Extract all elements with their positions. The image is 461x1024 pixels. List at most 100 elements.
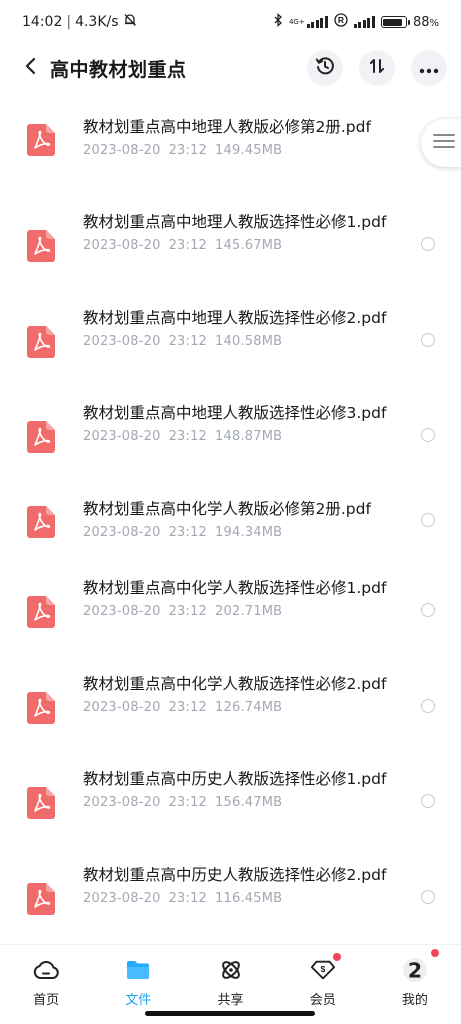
file-name: 教材划重点高中地理人教版必修第2册.pdf [83, 118, 371, 136]
sort-button[interactable] [359, 50, 395, 86]
battery-level [383, 18, 402, 26]
file-row[interactable]: 教材划重点高中化学人教版选择性必修2.pdf 2023-08-20 23:12 126… [0, 673, 461, 753]
share-icon [218, 957, 244, 983]
file-text: 教材划重点高中地理人教版选择性必修2.pdf 2023-08-20 23:12 140… [83, 307, 403, 349]
file-size: 156.47MB [215, 795, 283, 810]
network-type: 4G+ [288, 17, 305, 26]
pdf-file-icon [27, 596, 55, 628]
file-meta: 2023-08-20 23:12 194.34MB [83, 525, 403, 540]
file-time: 23:12 [168, 700, 208, 715]
select-radio[interactable] [421, 794, 435, 808]
file-text: 教材划重点高中地理人教版选择性必修3.pdf 2023-08-20 23:12 148… [83, 402, 403, 444]
file-date: 2023-08-20 [83, 429, 161, 444]
file-row[interactable]: 教材划重点高中地理人教版选择性必修2.pdf 2023-08-20 23:12 140… [0, 307, 461, 387]
pdf-file-icon [27, 692, 55, 724]
file-date: 2023-08-20 [83, 891, 161, 906]
file-text: 教材划重点高中地理人教版必修第2册.pdf 2023-08-20 23:12 149.… [83, 116, 403, 158]
select-radio[interactable] [421, 428, 435, 442]
file-row[interactable]: 教材划重点高中化学人教版选择性必修1.pdf 2023-08-20 23:12 202… [0, 577, 461, 657]
status-right: 4G+ R 88% [273, 13, 439, 31]
pdf-file-icon [27, 326, 55, 358]
status-net-speed: 4.3K/s [75, 14, 119, 30]
select-radio[interactable] [421, 699, 435, 713]
file-meta: 2023-08-20 23:12 149.45MB [83, 143, 403, 158]
file-date: 2023-08-20 [83, 604, 161, 619]
svg-text:2: 2 [408, 958, 422, 982]
svg-text:R: R [338, 15, 344, 25]
file-meta: 2023-08-20 23:12 116.45MB [83, 891, 403, 906]
file-size: 140.58MB [215, 334, 283, 349]
select-radio[interactable] [421, 603, 435, 617]
file-text: 教材划重点高中历史人教版选择性必修2.pdf 2023-08-20 23:12 116… [83, 864, 403, 906]
history-button[interactable] [307, 50, 343, 86]
mute-bell-icon [123, 13, 137, 31]
pdf-file-icon [27, 883, 55, 915]
select-radio[interactable] [421, 890, 435, 904]
file-date: 2023-08-20 [83, 238, 161, 253]
pdf-file-icon [27, 230, 55, 262]
history-icon [315, 56, 335, 80]
select-radio[interactable] [421, 333, 435, 347]
file-name: 教材划重点高中历史人教版选择性必修1.pdf [83, 770, 387, 788]
file-time: 23:12 [168, 429, 208, 444]
file-time: 23:12 [168, 891, 208, 906]
file-meta: 2023-08-20 23:12 145.67MB [83, 238, 403, 253]
back-button[interactable] [14, 51, 48, 85]
nav-files-label: 文件 [125, 993, 152, 1008]
file-text: 教材划重点高中历史人教版选择性必修1.pdf 2023-08-20 23:12 156… [83, 768, 403, 810]
file-name: 教材划重点高中化学人教版选择性必修1.pdf [83, 579, 387, 597]
battery-percent: 88% [413, 15, 439, 30]
file-name: 教材划重点高中化学人教版选择性必修2.pdf [83, 675, 387, 693]
battery-icon [380, 16, 410, 28]
nav-profile[interactable]: 2 我的 [369, 945, 461, 1024]
file-size: 194.34MB [215, 525, 283, 540]
pdf-file-icon [27, 506, 55, 538]
file-row[interactable]: 教材划重点高中地理人教版选择性必修1.pdf 2023-08-20 23:12 145… [0, 211, 461, 291]
select-radio[interactable] [421, 237, 435, 251]
file-meta: 2023-08-20 23:12 126.74MB [83, 700, 403, 715]
status-left: 14:02 | 4.3K/s [22, 13, 137, 31]
vip-icon: $ [310, 957, 336, 983]
file-date: 2023-08-20 [83, 700, 161, 715]
file-size: 145.67MB [215, 238, 283, 253]
file-date: 2023-08-20 [83, 143, 161, 158]
battery-value: 88 [412, 14, 430, 30]
file-name: 教材划重点高中地理人教版选择性必修3.pdf [83, 404, 387, 422]
file-text: 教材划重点高中化学人教版必修第2册.pdf 2023-08-20 23:12 194.… [83, 498, 403, 540]
file-time: 23:12 [168, 238, 208, 253]
page-title: 高中教材划重点 [50, 58, 187, 81]
file-date: 2023-08-20 [83, 525, 161, 540]
file-row[interactable]: 教材划重点高中历史人教版选择性必修1.pdf 2023-08-20 23:12 156… [0, 768, 461, 848]
file-date: 2023-08-20 [83, 334, 161, 349]
nav-share-label: 共享 [217, 993, 244, 1008]
file-text: 教材划重点高中化学人教版选择性必修2.pdf 2023-08-20 23:12 126… [83, 673, 403, 715]
nav-profile-label: 我的 [401, 993, 428, 1008]
file-name: 教材划重点高中历史人教版选择性必修2.pdf [83, 866, 387, 884]
battery-unit: % [429, 17, 439, 29]
file-name: 教材划重点高中地理人教版选择性必修1.pdf [83, 213, 387, 231]
file-name: 教材划重点高中地理人教版选择性必修2.pdf [83, 309, 387, 327]
side-menu-handle[interactable] [421, 119, 461, 167]
nav-home[interactable]: 首页 [0, 945, 92, 1024]
folder-icon [125, 957, 151, 983]
more-dots-icon [419, 59, 439, 78]
status-time: 14:02 [22, 14, 63, 30]
file-row[interactable]: 教材划重点高中历史人教版选择性必修2.pdf 2023-08-20 23:12 116… [0, 864, 461, 944]
select-radio[interactable] [421, 513, 435, 527]
file-time: 23:12 [168, 143, 208, 158]
file-row[interactable]: 教材划重点高中地理人教版必修第2册.pdf 2023-08-20 23:12 149.… [0, 116, 461, 196]
svg-text:$: $ [320, 964, 325, 974]
avatar-icon: 2 [402, 957, 428, 983]
file-text: 教材划重点高中地理人教版选择性必修1.pdf 2023-08-20 23:12 145… [83, 211, 403, 253]
status-bar: 14:02 | 4.3K/s 4G+ R 88% [0, 0, 461, 44]
home-indicator[interactable] [145, 1011, 315, 1016]
file-row[interactable]: 教材划重点高中地理人教版选择性必修3.pdf 2023-08-20 23:12 148… [0, 402, 461, 482]
pdf-file-icon [27, 421, 55, 453]
more-button[interactable] [411, 50, 447, 86]
file-size: 116.45MB [215, 891, 283, 906]
sort-arrows-icon [367, 56, 387, 80]
file-size: 148.87MB [215, 429, 283, 444]
file-size: 202.71MB [215, 604, 283, 619]
file-name: 教材划重点高中化学人教版必修第2册.pdf [83, 500, 371, 518]
file-row[interactable]: 教材划重点高中化学人教版必修第2册.pdf 2023-08-20 23:12 194.… [0, 498, 461, 578]
